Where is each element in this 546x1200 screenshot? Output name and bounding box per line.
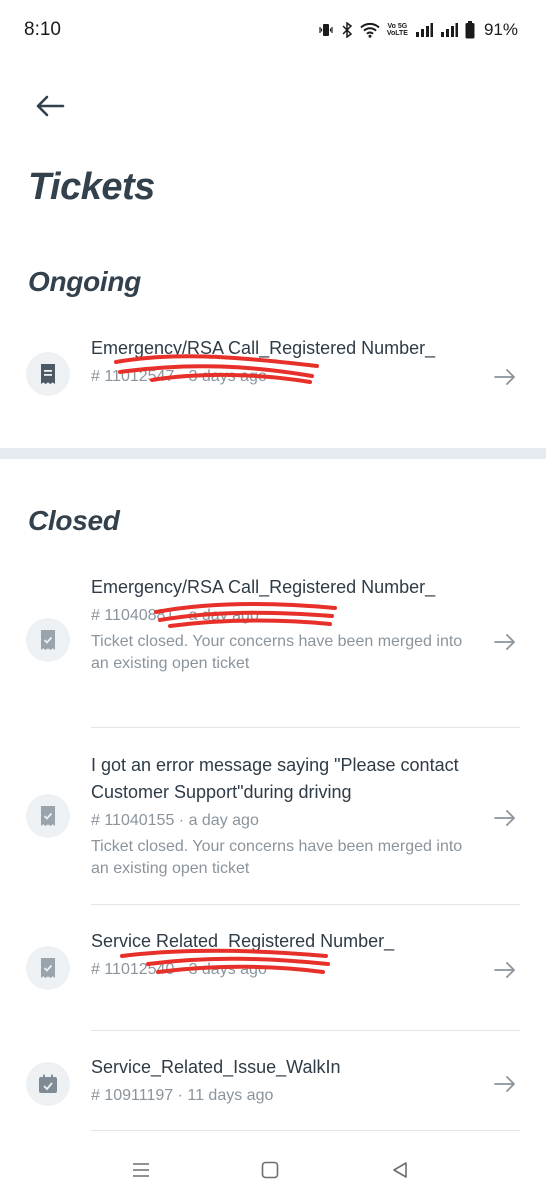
ticket-title: Emergency/RSA Call_Registered Number_ [91,338,436,358]
arrow-right-icon[interactable] [493,367,517,387]
ticket-body: Emergency/RSA Call_Registered Number_ # … [91,574,481,675]
ticket-title: I got an error message saying "Please co… [91,755,459,802]
arrow-right-icon[interactable] [493,1074,517,1094]
recents-icon[interactable] [127,1158,155,1182]
page-title: Tickets [28,166,155,208]
ticket-item[interactable]: Service_Related_Issue_WalkIn # 10911197 … [0,1054,546,1114]
arrow-right-icon[interactable] [493,960,517,980]
ticket-body: I got an error message saying "Please co… [91,752,481,880]
back-button[interactable] [30,90,70,126]
ticket-meta: # 11012547 · 3 days ago [91,368,267,385]
ticket-meta: # 10911197 · 11 days ago [91,1087,274,1104]
ticket-note: Ticket closed. Your concerns have been m… [91,633,463,672]
ticket-title: Service_Related_Issue_WalkIn [91,1057,341,1077]
arrow-right-icon[interactable] [493,808,517,828]
ticket-item[interactable]: I got an error message saying "Please co… [0,752,546,892]
arrow-right-icon[interactable] [493,632,517,652]
ticket-title: Emergency/RSA Call_Registered Number_ [91,577,436,597]
back-triangle-icon[interactable] [386,1158,414,1182]
home-icon[interactable] [256,1158,284,1182]
ticket-note: Ticket closed. Your concerns have been m… [91,838,463,877]
ticket-body: Service_Related_Issue_WalkIn # 10911197 … [91,1054,481,1108]
receipt-check-icon [26,794,70,838]
list-divider [91,1030,520,1031]
bluetooth-icon [341,22,353,38]
ticket-title: Service Related_Registered Number_ [91,931,395,951]
ticket-item[interactable]: Service Related_Registered Number_ # 110… [0,928,546,1018]
receipt-check-icon [26,618,70,662]
ticket-body: Emergency/RSA Call_Registered Number_ # … [91,335,481,389]
battery-icon [465,21,475,39]
section-title-closed: Closed [28,505,120,536]
ticket-item[interactable]: Emergency/RSA Call_Registered Number_ # … [0,574,546,714]
arrow-left-icon [35,95,65,122]
ticket-meta: # 11040155 · a day ago [91,812,259,829]
status-icons: Vo 5G VoLTE 91% [318,20,518,40]
list-divider [91,727,520,728]
ticket-item[interactable]: Emergency/RSA Call_Registered Number_ # … [0,335,546,425]
status-bar: 8:10 Vo 5G VoLTE 91% [0,0,546,62]
system-nav-bar [0,1140,546,1200]
receipt-check-icon [26,946,70,990]
ticket-meta: # 11040881 · a day ago [91,607,259,624]
receipt-icon [26,352,70,396]
section-title-ongoing: Ongoing [28,266,141,297]
signal-icon [415,22,433,38]
calendar-check-icon [26,1062,70,1106]
wifi-icon [360,22,380,38]
status-time: 8:10 [24,19,61,40]
vibrate-icon [318,22,334,38]
battery-level: 91% [483,20,518,39]
list-divider [91,904,520,905]
section-divider [0,448,546,459]
signal-icon [440,22,458,38]
ticket-body: Service Related_Registered Number_ # 110… [91,928,481,982]
network-type-label: Vo 5G VoLTE [386,23,408,37]
list-divider [91,1130,520,1131]
ticket-meta: # 11012540 · 3 days ago [91,961,267,978]
